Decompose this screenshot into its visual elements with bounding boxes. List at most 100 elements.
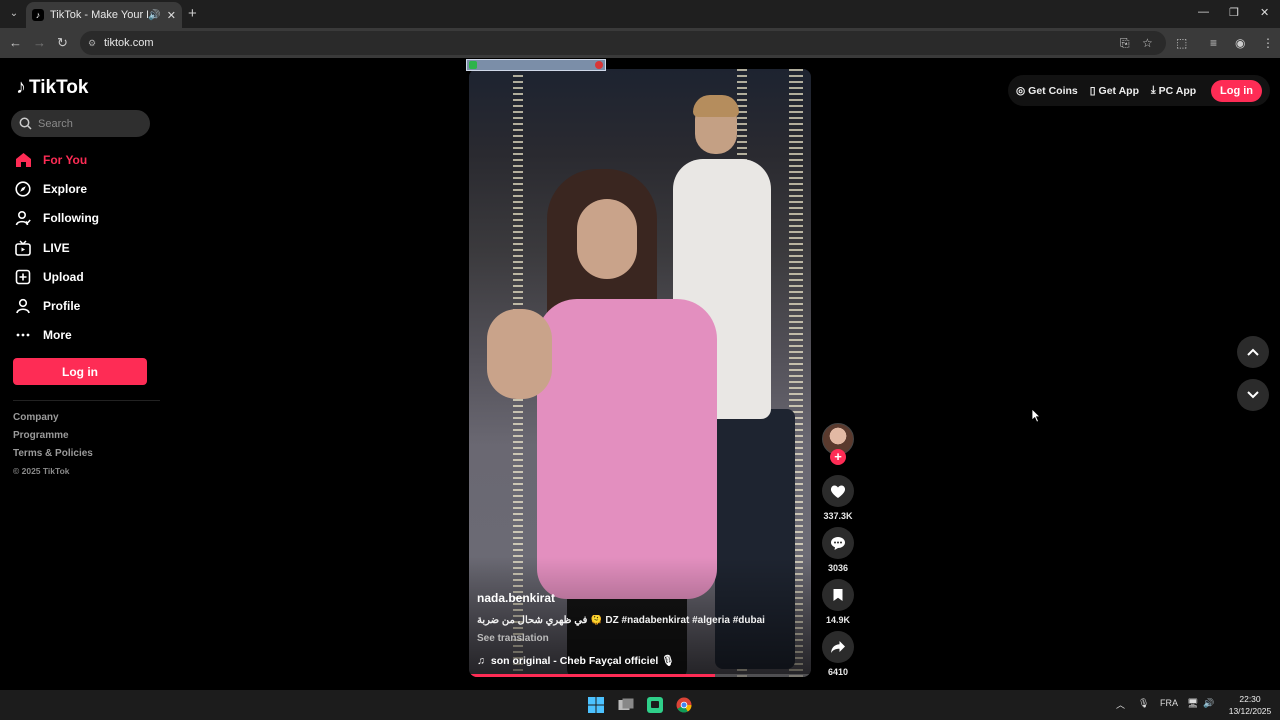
tab-search-menu-icon[interactable]: ⌄ bbox=[6, 6, 22, 22]
profile-avatar-icon[interactable]: ◉ bbox=[1235, 35, 1245, 51]
tab-title: TikTok - Make Your Day bbox=[50, 9, 148, 21]
sidebar-item-label: Upload bbox=[43, 269, 84, 284]
get-coins-button[interactable]: ◎ Get Coins bbox=[1016, 85, 1078, 97]
upload-icon bbox=[14, 268, 32, 286]
sidebar-item-more[interactable]: More bbox=[14, 321, 99, 350]
chevron-down-icon bbox=[1247, 391, 1259, 399]
sidebar-item-label: LIVE bbox=[43, 240, 70, 255]
search-box[interactable] bbox=[11, 110, 150, 137]
music-note-icon: ♫ bbox=[477, 654, 485, 667]
tiktok-favicon-icon: ♪ bbox=[32, 9, 44, 21]
next-video-button[interactable] bbox=[1237, 379, 1269, 411]
tiktok-note-icon: ♪ bbox=[16, 76, 26, 98]
restore-icon[interactable]: ❐ bbox=[1229, 6, 1239, 19]
download-icon: ⤓ bbox=[1151, 84, 1156, 96]
follow-plus-icon[interactable]: + bbox=[830, 449, 846, 465]
bookmark-icon bbox=[833, 589, 843, 601]
header-actions: ◎ Get Coins ▯ Get App ⤓ PC App Log in bbox=[1008, 75, 1270, 106]
share-icon bbox=[831, 641, 845, 653]
tab-close-icon[interactable]: ✕ bbox=[167, 9, 176, 22]
save-button[interactable] bbox=[822, 579, 854, 611]
media-control-icon[interactable]: ≡ bbox=[1210, 35, 1217, 51]
compass-icon bbox=[14, 180, 32, 198]
mouse-cursor-icon bbox=[1031, 408, 1041, 423]
footer-link-terms[interactable]: Terms & Policies bbox=[13, 448, 93, 466]
logo-text: TikTok bbox=[29, 76, 89, 98]
site-info-icon[interactable]: ⚙ bbox=[88, 31, 96, 55]
tiktok-page: ♪ TikTok For You Explore Following LIVE … bbox=[0, 58, 1280, 690]
tiktok-logo[interactable]: ♪ TikTok bbox=[16, 76, 88, 99]
bookmark-star-icon[interactable]: ☆ bbox=[1142, 35, 1153, 51]
share-count: 6410 bbox=[827, 667, 849, 677]
search-icon bbox=[19, 117, 32, 130]
comment-count: 3036 bbox=[827, 563, 849, 573]
see-translation-link[interactable]: See translation bbox=[477, 633, 549, 644]
address-bar[interactable]: ⚙ tiktok.com bbox=[80, 31, 1166, 55]
pc-app-label: PC App bbox=[1158, 84, 1197, 97]
footer-link-programme[interactable]: Programme bbox=[13, 430, 93, 448]
window-close-icon[interactable]: ✕ bbox=[1260, 6, 1269, 19]
popup-close-icon[interactable] bbox=[595, 61, 603, 69]
like-button[interactable] bbox=[822, 475, 854, 507]
sidebar-item-for-you[interactable]: For You bbox=[14, 145, 99, 174]
new-tab-icon[interactable]: + bbox=[188, 6, 197, 22]
language-indicator[interactable]: FRA bbox=[1160, 698, 1178, 708]
phone-icon: ▯ bbox=[1089, 84, 1096, 97]
network-icon[interactable]: 🖥 bbox=[1187, 698, 1198, 709]
like-count: 337.3K bbox=[823, 511, 853, 521]
floating-popup-bar[interactable] bbox=[466, 59, 606, 71]
footer-copyright: © 2025 TikTok bbox=[13, 466, 70, 476]
clock-time: 22:30 bbox=[1239, 694, 1261, 704]
previous-video-button[interactable] bbox=[1237, 336, 1269, 368]
sidebar-login-button[interactable]: Log in bbox=[13, 358, 147, 385]
sidebar-item-label: Profile bbox=[43, 299, 81, 314]
back-icon[interactable]: ← bbox=[9, 34, 22, 52]
video-author[interactable]: nada.benkirat bbox=[477, 591, 555, 605]
install-app-icon[interactable]: ⎘ bbox=[1120, 35, 1130, 51]
clock-date: 13/12/2025 bbox=[1228, 706, 1272, 716]
chrome-icon[interactable] bbox=[673, 694, 695, 716]
header-login-button[interactable]: Log in bbox=[1211, 79, 1262, 102]
comment-button[interactable] bbox=[822, 527, 854, 559]
live-icon bbox=[14, 239, 32, 257]
tray-overflow-icon[interactable]: ︿ bbox=[1116, 698, 1125, 711]
forward-icon[interactable]: → bbox=[33, 34, 46, 52]
video-player[interactable]: nada.benkirat في ظهري شحال من ضربة 🫠 DZ … bbox=[469, 69, 811, 677]
get-coins-label: Get Coins bbox=[1028, 84, 1078, 97]
profile-icon bbox=[14, 297, 32, 315]
video-sound[interactable]: ♫ son original - Cheb Fayçal officiel 🎙 bbox=[477, 654, 675, 668]
share-button[interactable] bbox=[822, 631, 854, 663]
task-view-icon[interactable] bbox=[615, 694, 637, 716]
sidebar-item-live[interactable]: LIVE bbox=[14, 233, 99, 262]
footer-link-company[interactable]: Company bbox=[13, 412, 93, 430]
browser-toolbar: ← → ↻ ⚙ tiktok.com ⎘ ☆ ⬚ ≡ ◉ ⋮ bbox=[0, 28, 1280, 58]
sidebar-item-following[interactable]: Following bbox=[14, 204, 99, 233]
tab-audio-icon[interactable]: 🔊 bbox=[148, 10, 160, 21]
minimize-icon[interactable]: — bbox=[1198, 6, 1209, 18]
reload-icon[interactable]: ↻ bbox=[57, 34, 68, 52]
chrome-menu-icon[interactable]: ⋮ bbox=[1262, 35, 1274, 51]
streaming-app-icon[interactable] bbox=[644, 694, 666, 716]
url-text: tiktok.com bbox=[104, 37, 154, 49]
taskbar-clock[interactable]: 22:30 13/12/2025 bbox=[1224, 693, 1276, 717]
search-input[interactable] bbox=[38, 117, 138, 130]
get-app-label: Get App bbox=[1098, 84, 1139, 97]
sidebar-nav: For You Explore Following LIVE Upload Pr… bbox=[14, 145, 99, 350]
browser-tab[interactable]: ♪ TikTok - Make Your Day 🔊 ✕ bbox=[26, 2, 182, 28]
video-progress-bar[interactable] bbox=[469, 674, 811, 677]
sidebar-item-upload[interactable]: Upload bbox=[14, 262, 99, 291]
pc-app-button[interactable]: ⤓ PC App bbox=[1151, 84, 1196, 97]
video-progress-fill bbox=[469, 674, 716, 677]
windows-start-icon[interactable] bbox=[585, 694, 607, 716]
extensions-icon[interactable]: ⬚ bbox=[1176, 35, 1187, 51]
following-icon bbox=[14, 209, 32, 227]
more-icon bbox=[14, 326, 32, 344]
sidebar-item-label: More bbox=[43, 328, 72, 343]
sidebar-item-explore[interactable]: Explore bbox=[14, 174, 99, 203]
home-icon bbox=[14, 151, 32, 169]
volume-icon[interactable]: 🔊 bbox=[1203, 698, 1214, 709]
sidebar-item-profile[interactable]: Profile bbox=[14, 291, 99, 320]
get-app-button[interactable]: ▯ Get App bbox=[1090, 85, 1139, 97]
sidebar-item-label: For You bbox=[43, 152, 88, 167]
microphone-icon[interactable]: 🎙 bbox=[1138, 698, 1149, 709]
